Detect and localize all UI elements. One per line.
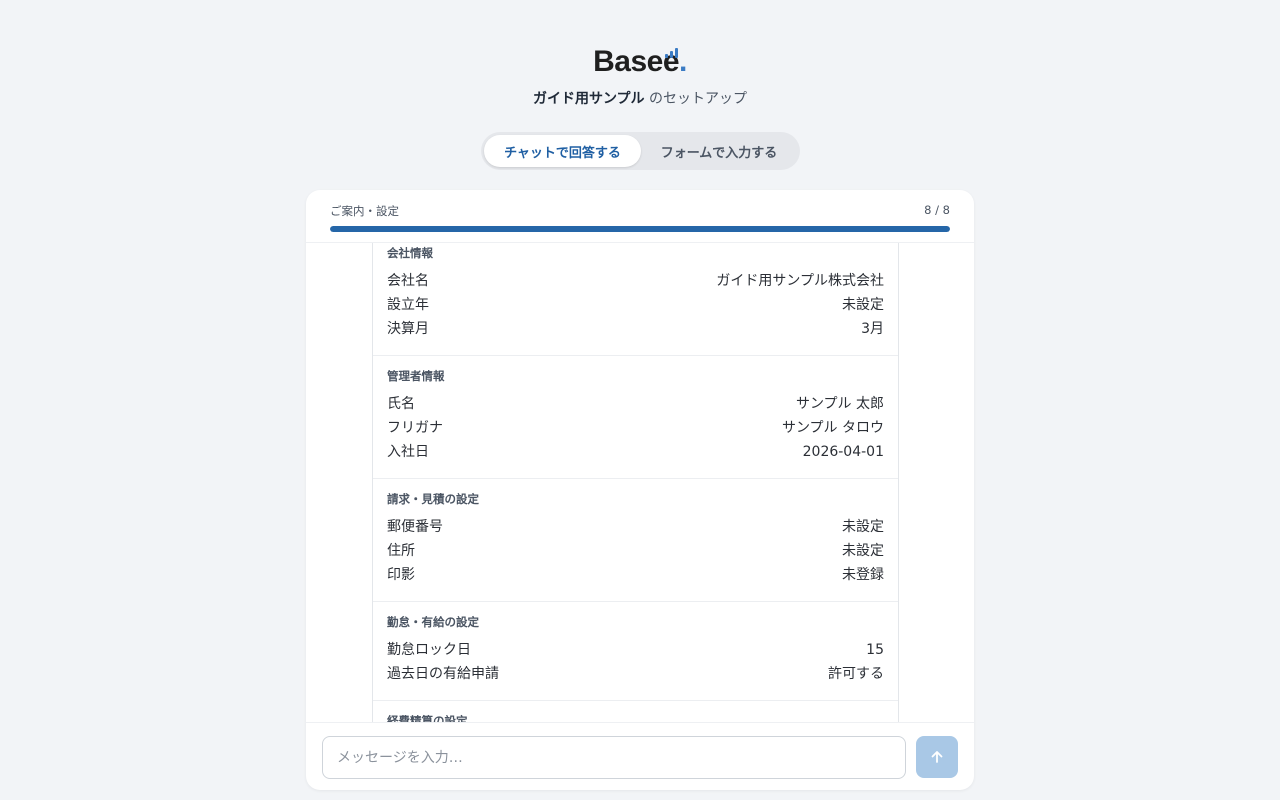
row-label: 住所	[387, 543, 415, 559]
section-title: 経費精算の設定	[387, 714, 468, 722]
summary-row: 印影 未登録	[387, 563, 884, 587]
row-value: 未設定	[842, 543, 884, 559]
section-title: 勤怠・有給の設定	[387, 615, 479, 629]
header: Basee. ガイド用サンプル のセットアップ	[0, 44, 1280, 108]
row-label: 設立年	[387, 297, 429, 313]
row-value: 2026-04-01	[802, 444, 884, 460]
row-value: サンプル 太郎	[795, 396, 884, 412]
row-value: サンプル タロウ	[781, 420, 884, 436]
summary-section: 経費精算の設定	[373, 701, 898, 722]
row-label: 過去日の有給申請	[387, 666, 499, 682]
summary-row: 決算月 3月	[387, 317, 884, 341]
row-label: 入社日	[387, 444, 429, 460]
step-label: ご案内・設定	[330, 204, 399, 218]
row-label: 決算月	[387, 321, 429, 337]
summary-row: 設立年 未設定	[387, 293, 884, 317]
settings-summary: 会社情報 会社名 ガイド用サンプル株式会社 設立年 未設定 決算月 3月 管理者情報 氏名 サンプ…	[372, 243, 899, 722]
basee-logo: Basee.	[593, 44, 687, 80]
row-value: 未設定	[842, 297, 884, 313]
chat-mode-button[interactable]: チャットで回答する	[484, 135, 641, 167]
progress-bar	[330, 226, 950, 232]
summary-row: 郵便番号 未設定	[387, 515, 884, 539]
message-composer	[306, 722, 974, 790]
section-title: 管理者情報	[387, 369, 445, 383]
progress-fill	[330, 226, 950, 232]
summary-row: 勤怠ロック日 15	[387, 638, 884, 662]
setup-subtitle: ガイド用サンプル のセットアップ	[0, 88, 1280, 108]
summary-row: フリガナ サンプル タロウ	[387, 416, 884, 440]
summary-section: 会社情報会社名 ガイド用サンプル株式会社設立年 未設定決算月 3月	[373, 243, 898, 356]
send-button[interactable]	[916, 736, 958, 778]
step-counter: 8 / 8	[924, 203, 950, 217]
row-label: フリガナ	[387, 420, 443, 436]
section-title: 会社情報	[387, 246, 433, 260]
section-title: 請求・見積の設定	[387, 492, 479, 506]
row-value: 3月	[861, 321, 884, 337]
summary-row: 住所 未設定	[387, 539, 884, 563]
row-value: 未登録	[842, 567, 884, 583]
row-label: 氏名	[387, 396, 415, 412]
summary-section: 請求・見積の設定 郵便番号 未設定 住所 未設定 印影 未登録	[373, 479, 898, 602]
row-value: 許可する	[828, 666, 884, 682]
row-label: 会社名	[387, 273, 429, 289]
form-mode-button[interactable]: フォームで入力する	[641, 135, 797, 167]
summary-row: 入社日 2026-04-01	[387, 440, 884, 464]
summary-section: 勤怠・有給の設定 勤怠ロック日 15 過去日の有給申請 許可する	[373, 602, 898, 701]
setup-suffix: のセットアップ	[644, 91, 748, 107]
progress-header: ご案内・設定 8 / 8	[306, 190, 974, 243]
message-input[interactable]	[322, 736, 906, 779]
row-value: 15	[866, 642, 884, 658]
summary-row: 氏名 サンプル 太郎	[387, 392, 884, 416]
row-label: 印影	[387, 567, 415, 583]
summary-section: 管理者情報氏名 サンプル 太郎フリガナ サンプル タロウ入社日 2026-04-01	[373, 356, 898, 479]
setup-card: ご案内・設定 8 / 8 会社情報 会社名 ガイド用サンプル株式会社 設立年 未設定 決算…	[306, 190, 974, 790]
chat-scroll-area[interactable]: 会社情報 会社名 ガイド用サンプル株式会社 設立年 未設定 決算月 3月 管理者情報 氏名 サンプ…	[306, 243, 974, 722]
summary-row: 会社名 ガイド用サンプル株式会社	[387, 269, 884, 293]
row-value: ガイド用サンプル株式会社	[716, 273, 884, 289]
row-label: 郵便番号	[387, 519, 443, 535]
row-label: 勤怠ロック日	[387, 642, 471, 658]
row-value: 未設定	[842, 519, 884, 535]
company-name: ガイド用サンプル	[532, 91, 645, 107]
mode-toggle: チャットで回答する フォームで入力する	[481, 132, 800, 170]
summary-row: 過去日の有給申請 許可する	[387, 662, 884, 686]
signal-bars-icon	[664, 48, 681, 58]
arrow-up-icon	[931, 751, 943, 763]
